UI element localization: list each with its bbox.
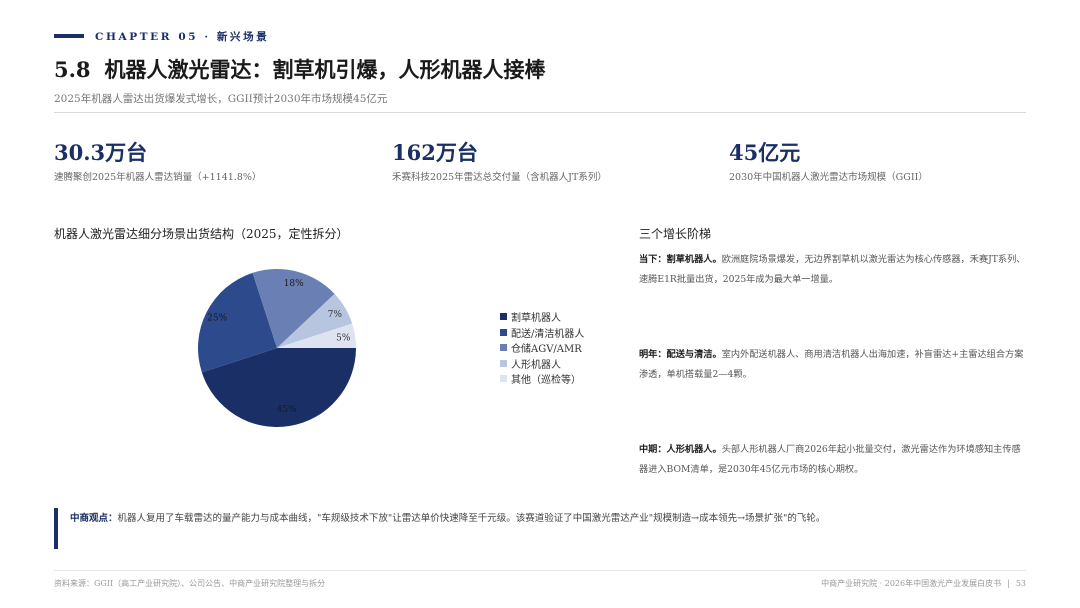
pie-data-label-5: 5% [336,333,351,343]
pie-chart: 45% 25% 18% 7% 5% [198,269,356,427]
legend-item: 仓储AGV/AMR [500,340,584,356]
kpi-label: 禾赛科技2025年雷达总交付量（含机器人JT系列） [392,172,607,183]
kpi-value: 30.3万台 [54,140,148,165]
legend-swatch [500,313,507,321]
chapter-accent-bar [54,34,84,38]
viewpoint-callout: 中商观点：机器人复用了车载雷达的量产能力与成本曲线，"车规级技术下放"让雷达单价… [70,510,1030,524]
footer-right: 中商产业研究院 · 2026年中国激光产业发展白皮书 | 53 [821,578,1026,589]
stages-title: 三个增长阶梯 [639,227,712,241]
publication-name: 中商产业研究院 · 2026年中国激光产业发展白皮书 [821,579,1002,588]
pie-data-label-2: 25% [207,314,227,324]
page-number: 53 [1015,579,1026,588]
stage-heading: 当下：割草机器人。 [639,254,722,265]
section-number: 5.8 [54,57,91,82]
kpi-market-size: 45亿元 2030年中国机器人激光雷达市场规模（GGII） [729,137,928,183]
viewpoint-text: 机器人复用了车载雷达的量产能力与成本曲线，"车规级技术下放"让雷达单价快速降至千… [117,513,826,524]
legend-label: 仓储AGV/AMR [511,344,582,356]
chart-legend: 割草机器人配送/清洁机器人 仓储AGV/AMR 人形机器人其他（巡检等） [500,309,584,387]
page-subtitle: 2025年机器人雷达出货爆发式增长，GGII预计2030年市场规模45亿元 [54,93,388,105]
legend-swatch [500,344,507,352]
viewpoint-heading: 中商观点： [70,513,118,524]
stage-next-year: 明年：配送与清洁。室内外配送机器人、商用清洁机器人出海加速，补盲雷达+主雷达组合… [639,345,1027,385]
pie-data-label-1: 45% [277,405,297,415]
stage-heading: 明年：配送与清洁。 [639,349,722,360]
legend-item: 配送/清洁机器人 [500,325,584,341]
legend-label: 割草机器人 [511,313,561,325]
stage-now: 当下：割草机器人。欧洲庭院场景爆发，无边界割草机以激光雷达为核心传感器，禾赛JT… [639,250,1027,290]
kpi-label: 速腾聚创2025年机器人雷达销量（+1141.8%） [54,172,262,183]
quote-accent-bar [54,508,58,549]
page-title: 5.8 机器人激光雷达：割草机引爆，人形机器人接棒 [54,54,546,84]
pie-data-label-4: 7% [328,310,343,320]
legend-item: 其他（巡检等） [500,371,584,387]
kpi-value: 162万台 [392,140,478,165]
legend-label: 人形机器人 [511,359,561,371]
kpi-robosense-sales: 30.3万台 速腾聚创2025年机器人雷达销量（+1141.8%） [54,137,261,183]
kpi-label: 2030年中国机器人激光雷达市场规模（GGII） [729,172,928,183]
chart-title: 机器人激光雷达细分场景出货结构（2025，定性拆分） [54,227,349,241]
pie-data-label-3: 18% [284,279,304,289]
chapter-label: CHAPTER 05 · 新兴场景 [95,31,270,43]
footer-separator: | [1007,579,1010,588]
section-title: 机器人激光雷达：割草机引爆，人形机器人接棒 [104,57,546,82]
footer-divider [54,570,1026,571]
stage-mid-term: 中期：人形机器人。头部人形机器人厂商2026年起小批量交付，激光雷达作为环境感知… [639,440,1027,480]
kpi-value: 45亿元 [729,140,801,165]
legend-item: 人形机器人 [500,356,584,372]
legend-swatch [500,375,507,383]
stage-heading: 中期：人形机器人。 [639,444,722,455]
header-divider [54,112,1026,113]
legend-label: 配送/清洁机器人 [511,328,585,340]
data-source: 资料来源：GGII（高工产业研究院）、公司公告、中商产业研究院整理与拆分 [54,579,326,588]
legend-swatch [500,359,507,367]
legend-item: 割草机器人 [500,309,584,325]
legend-swatch [500,328,507,336]
legend-label: 其他（巡检等） [511,375,581,387]
kpi-hesai-deliveries: 162万台 禾赛科技2025年雷达总交付量（含机器人JT系列） [392,137,607,183]
